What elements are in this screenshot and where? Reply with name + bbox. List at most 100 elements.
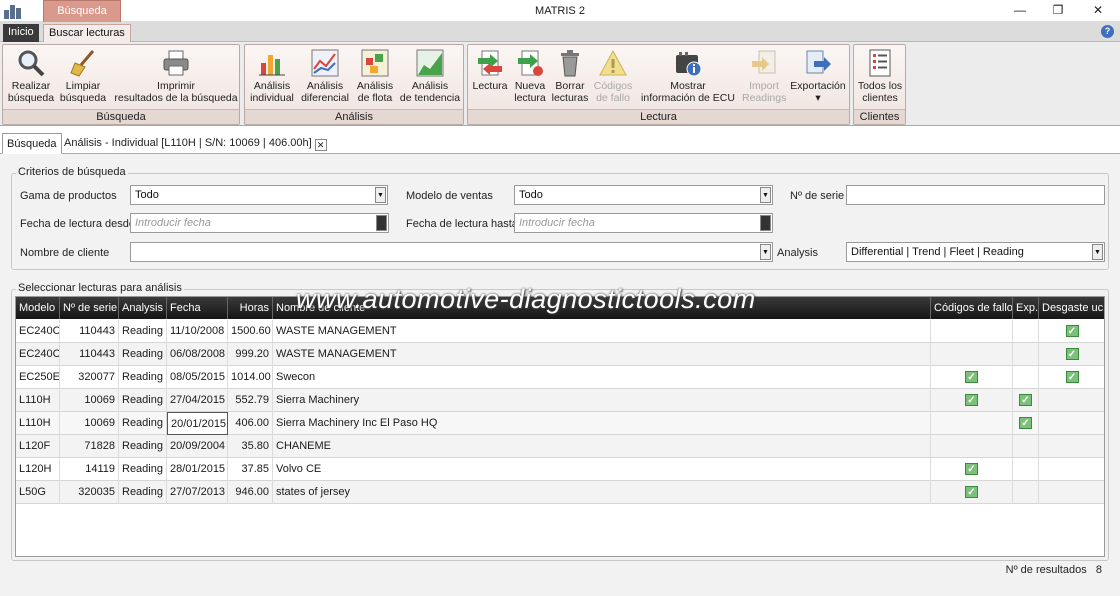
lectura-button[interactable]: Lectura [470, 47, 510, 109]
analysis-label: Analysis [777, 247, 818, 259]
calendar-icon[interactable] [760, 215, 771, 231]
analysis-select[interactable]: Differential | Trend | Fleet | Reading ▼ [846, 242, 1105, 262]
tab-busqueda[interactable]: Búsqueda [2, 133, 62, 154]
mostrar-info-ecu-button[interactable]: Mostrar información de ECU [636, 47, 740, 109]
close-button[interactable]: ✕ [1080, 0, 1116, 22]
document-tabs: Búsqueda Análisis - Individual [L110H | … [0, 130, 1120, 154]
cell-exp [1013, 366, 1039, 389]
group-analisis: Análisis individual Análisis diferencial… [244, 44, 464, 125]
table-row[interactable]: L110H 10069 Reading 20/01/2015 406.00 Sierra … [16, 412, 1104, 435]
cell-horas: 1500.60 [228, 320, 273, 343]
analisis-tendencia-button[interactable]: Análisis de tendencia [399, 47, 461, 109]
col-cliente[interactable]: Nombre de cliente [273, 297, 931, 319]
cell-serie: 14119 [60, 458, 119, 481]
serie-label: Nº de serie [790, 190, 845, 202]
col-codigos[interactable]: Códigos de fallo [931, 297, 1013, 319]
tab-analisis-label: Análisis - Individual [L110H | S/N: 1006… [64, 137, 312, 149]
col-fecha[interactable]: Fecha [167, 297, 228, 319]
modelo-select[interactable]: Todo ▼ [514, 185, 773, 205]
cell-modelo: EC240C [16, 343, 60, 366]
fecha-desde-input[interactable]: Introducir fecha [130, 213, 389, 233]
analisis-individual-button[interactable]: Análisis individual [247, 47, 297, 109]
cell-exp [1013, 435, 1039, 458]
borrar-lecturas-button[interactable]: Borrar lecturas [550, 47, 590, 109]
dropdown-arrow-icon: ▼ [760, 244, 771, 260]
col-desgaste[interactable]: Desgaste uc. [1039, 297, 1104, 319]
cell-serie: 71828 [60, 435, 119, 458]
analisis-diferencial-button[interactable]: Análisis diferencial [299, 47, 351, 109]
cliente-select[interactable]: ▼ [130, 242, 773, 262]
nueva-lectura-button[interactable]: Nueva lectura [512, 47, 548, 109]
col-exp[interactable]: Exp. [1013, 297, 1039, 319]
import-readings-button[interactable]: Import Readings [742, 47, 786, 109]
cell-exp: ✓ [1013, 389, 1039, 412]
cell-cliente: Sierra Machinery Inc El Paso HQ [273, 412, 931, 435]
cell-horas: 999.20 [228, 343, 273, 366]
fecha-desde-label: Fecha de lectura desde [20, 218, 135, 230]
broom-icon [69, 49, 97, 77]
gama-select[interactable]: Todo ▼ [130, 185, 388, 205]
results-count: Nº de resultados 8 [1006, 564, 1102, 576]
cell-exp [1013, 481, 1039, 504]
cell-codigos [931, 320, 1013, 343]
cell-analysis: Reading [119, 435, 167, 458]
cell-desgaste [1039, 481, 1104, 504]
imprimir-resultados-button[interactable]: Imprimir resultados de la búsqueda [113, 47, 239, 109]
window-title: MATRIS 2 [535, 5, 585, 17]
table-row[interactable]: L50G 320035 Reading 27/07/2013 946.00 states … [16, 481, 1104, 504]
reading-arrows-icon [476, 49, 504, 77]
cell-analysis: Reading [119, 320, 167, 343]
cell-modelo: EC240C [16, 320, 60, 343]
check-icon: ✓ [1065, 348, 1079, 361]
customers-list-icon [866, 49, 894, 77]
realizar-busqueda-button[interactable]: Realizar búsqueda [7, 47, 55, 109]
tab-inicio[interactable]: Inicio [3, 24, 39, 42]
tab-buscar-lecturas[interactable]: Buscar lecturas [43, 24, 131, 42]
cell-analysis: Reading [119, 412, 167, 435]
col-analysis[interactable]: Analysis [119, 297, 167, 319]
table-row[interactable]: L120H 14119 Reading 28/01/2015 37.85 Volvo CE… [16, 458, 1104, 481]
cell-serie: 10069 [60, 389, 119, 412]
check-icon: ✓ [965, 486, 978, 499]
cell-cliente: WASTE MANAGEMENT [273, 343, 931, 366]
table-row[interactable]: EC240C 110443 Reading 11/10/2008 1500.60 WAST… [16, 320, 1104, 343]
table-row[interactable]: L110H 10069 Reading 27/04/2015 552.79 Sierra … [16, 389, 1104, 412]
tab-analisis-individual[interactable]: Análisis - Individual [L110H | S/N: 1006… [60, 133, 331, 154]
fecha-hasta-input[interactable]: Introducir fecha [514, 213, 773, 233]
limpiar-busqueda-button[interactable]: Limpiar búsqueda [59, 47, 107, 109]
cell-exp [1013, 320, 1039, 343]
codigos-fallo-button[interactable]: Códigos de fallo [592, 47, 634, 109]
calendar-icon[interactable] [376, 215, 387, 231]
gama-label: Gama de productos [20, 190, 117, 202]
todos-clientes-button[interactable]: Todos los clientes [855, 47, 905, 109]
table-row[interactable]: EC250E 320077 Reading 08/05/2015 1014.00 Swec… [16, 366, 1104, 389]
cliente-label: Nombre de cliente [20, 247, 110, 259]
cell-serie: 320035 [60, 481, 119, 504]
check-icon: ✓ [965, 371, 978, 384]
check-icon: ✓ [965, 463, 978, 476]
close-tab-icon[interactable]: ✕ [314, 139, 327, 151]
col-horas[interactable]: Horas [228, 297, 273, 319]
cell-desgaste [1039, 412, 1104, 435]
table-row[interactable]: EC240C 110443 Reading 06/08/2008 999.20 WASTE… [16, 343, 1104, 366]
exportacion-button[interactable]: Exportación ▾ [788, 47, 848, 109]
printer-icon [162, 49, 190, 77]
col-modelo[interactable]: Modelo [16, 297, 60, 319]
context-tab-busqueda[interactable]: Búsqueda [43, 0, 121, 22]
help-icon[interactable]: ? [1101, 25, 1114, 38]
check-icon: ✓ [1065, 325, 1079, 338]
check-icon: ✓ [965, 394, 978, 407]
results-count-value: 8 [1095, 564, 1102, 576]
serie-input[interactable] [846, 185, 1105, 205]
maximize-button[interactable]: ❐ [1040, 0, 1076, 22]
table-row[interactable]: L120F 71828 Reading 20/09/2004 35.80 CHANEME [16, 435, 1104, 458]
group-clientes: Todos los clientes Clientes [853, 44, 906, 125]
results-legend: Seleccionar lecturas para análisis [16, 282, 184, 294]
results-grid: Modelo Nº de serie Analysis Fecha Horas … [15, 296, 1105, 557]
cell-analysis: Reading [119, 389, 167, 412]
cell-cliente: WASTE MANAGEMENT [273, 320, 931, 343]
cell-codigos: ✓ [931, 458, 1013, 481]
analisis-flota-button[interactable]: Análisis de flota [353, 47, 397, 109]
col-serie[interactable]: Nº de serie [60, 297, 119, 319]
minimize-button[interactable]: — [1002, 0, 1038, 22]
